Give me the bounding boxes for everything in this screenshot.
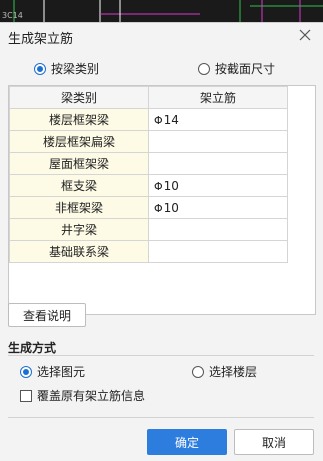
radio-select-element[interactable]: 选择图元 xyxy=(20,363,85,380)
rebar-cell[interactable] xyxy=(148,152,288,175)
rebar-grade-icon: Φ xyxy=(154,201,163,215)
table-row[interactable]: 楼层框架梁 Φ14 xyxy=(9,108,288,131)
rebar-grade-icon: Φ xyxy=(154,113,163,127)
rebar-cell[interactable] xyxy=(148,240,288,263)
beam-type-cell: 基础联系梁 xyxy=(9,240,149,263)
beam-type-cell: 非框架梁 xyxy=(9,196,149,219)
checkbox-indicator xyxy=(20,389,32,402)
radio-indicator xyxy=(34,62,46,75)
beam-type-cell: 屋面框架梁 xyxy=(9,152,149,175)
table-header-row: 梁类别 架立筋 xyxy=(9,86,288,109)
section-divider xyxy=(8,355,314,356)
beam-type-table: 梁类别 架立筋 楼层框架梁 Φ14 楼层框架扁梁 屋面框架梁 框支梁 Φ10 非… xyxy=(8,85,316,315)
generate-method-title: 生成方式 xyxy=(8,341,57,355)
ok-button[interactable]: 确定 xyxy=(147,429,227,455)
radio-label: 选择楼层 xyxy=(209,365,258,379)
rebar-value: 10 xyxy=(163,178,179,193)
generate-rebar-dialog: 生成架立筋 按梁类别 按截面尺寸 梁类别 架立筋 楼层框架梁 Φ14 楼层框架扁… xyxy=(0,22,323,461)
rebar-cell[interactable] xyxy=(148,218,288,241)
cad-canvas-background: 3C14 xyxy=(0,0,323,22)
close-button[interactable] xyxy=(297,27,313,43)
beam-type-cell: 楼层框架梁 xyxy=(9,108,149,131)
radio-by-beam-type[interactable]: 按梁类别 xyxy=(34,60,99,77)
rebar-cell[interactable]: Φ10 xyxy=(148,196,288,219)
rebar-value: 14 xyxy=(163,112,179,127)
table-row[interactable]: 井字梁 xyxy=(9,218,288,241)
radio-indicator xyxy=(20,365,32,378)
table-row[interactable]: 框支梁 Φ10 xyxy=(9,174,288,197)
cad-text: 3C14 xyxy=(2,11,23,20)
checkbox-label: 覆盖原有架立筋信息 xyxy=(37,389,146,403)
cancel-button[interactable]: 取消 xyxy=(234,429,314,455)
table-row[interactable]: 非框架梁 Φ10 xyxy=(9,196,288,219)
table-row[interactable]: 屋面框架梁 xyxy=(9,152,288,175)
radio-by-section-size[interactable]: 按截面尺寸 xyxy=(198,60,275,77)
rebar-grade-icon: Φ xyxy=(154,179,163,193)
radio-label: 按梁类别 xyxy=(51,62,100,76)
beam-type-cell: 框支梁 xyxy=(9,174,149,197)
dialog-title: 生成架立筋 xyxy=(8,32,74,47)
cad-drawing: 3C14 xyxy=(2,0,323,22)
column-header-rebar: 架立筋 xyxy=(148,86,288,109)
radio-label: 选择图元 xyxy=(37,365,86,379)
radio-select-floor[interactable]: 选择楼层 xyxy=(192,363,257,380)
radio-indicator xyxy=(192,365,204,378)
table-row[interactable]: 楼层框架扁梁 xyxy=(9,130,288,153)
rebar-cell[interactable]: Φ10 xyxy=(148,174,288,197)
overwrite-checkbox[interactable]: 覆盖原有架立筋信息 xyxy=(20,387,145,404)
rebar-cell[interactable]: Φ14 xyxy=(148,108,288,131)
radio-indicator xyxy=(198,62,210,75)
beam-type-cell: 井字梁 xyxy=(9,218,149,241)
table-row[interactable]: 基础联系梁 xyxy=(9,240,288,263)
rebar-cell[interactable] xyxy=(148,130,288,153)
column-header-beam-type: 梁类别 xyxy=(9,86,149,109)
footer-divider xyxy=(8,417,314,418)
close-icon xyxy=(299,29,311,41)
view-help-button[interactable]: 查看说明 xyxy=(8,303,86,327)
rebar-value: 10 xyxy=(163,200,179,215)
beam-type-cell: 楼层框架扁梁 xyxy=(9,130,149,153)
radio-label: 按截面尺寸 xyxy=(215,62,276,76)
